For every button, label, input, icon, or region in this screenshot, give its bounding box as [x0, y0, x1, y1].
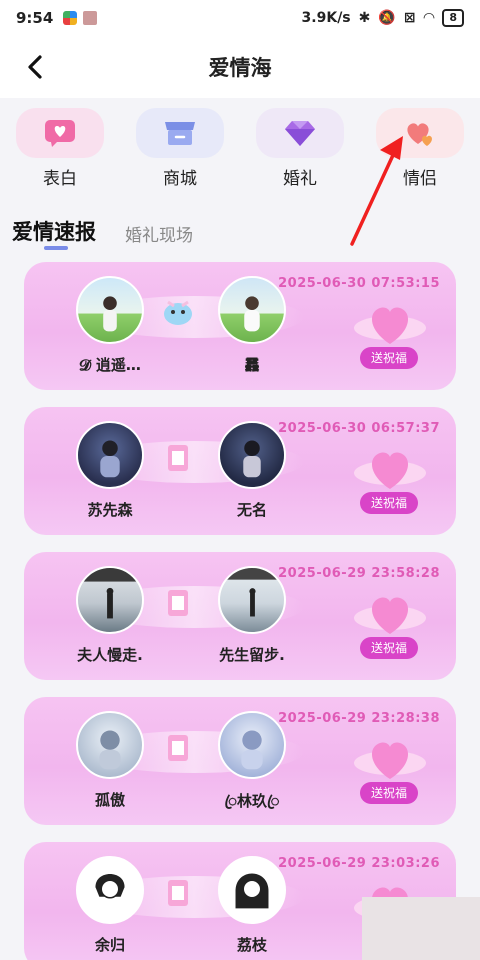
category-wedding[interactable]: 婚礼: [256, 108, 344, 189]
wedding-sticker-icon: [156, 437, 200, 477]
right-user-name: 荔枝: [236, 936, 267, 954]
avatar-photo: [244, 296, 260, 332]
blessing-heart-icon: [354, 307, 426, 344]
category-confess[interactable]: 表白: [16, 108, 104, 189]
card-date: 2025-06-30 06:57:37: [278, 421, 440, 436]
network-speed: 3.9K/s: [301, 10, 351, 26]
send-blessing-button[interactable]: 送祝福: [360, 782, 418, 804]
card-date: 2025-06-29 23:28:38: [278, 711, 440, 726]
couple-sticker-icon: [156, 292, 200, 332]
send-blessing-button[interactable]: 送祝福: [360, 347, 418, 369]
avatar-photo: [103, 296, 117, 332]
diamond-icon: [285, 121, 315, 146]
back-button[interactable]: [20, 50, 50, 84]
avatar-photo: [78, 568, 142, 619]
category-label: 表白: [43, 169, 77, 189]
love-news-card[interactable]: 苏先森 无名 2025-06-30 06:57:37 送祝福: [24, 407, 456, 535]
blessing-heart-icon: [354, 742, 426, 779]
tab-active-indicator: [44, 246, 68, 250]
left-user-name: 孤傲: [94, 791, 125, 809]
tab-love-news[interactable]: 爱情速报: [12, 216, 96, 246]
avatar-left[interactable]: [76, 566, 144, 634]
avatar-left[interactable]: [76, 711, 144, 779]
card-date: 2025-06-29 23:58:28: [278, 566, 440, 581]
blessing-heart-icon: [354, 452, 426, 489]
right-user-name: 无名: [236, 501, 267, 519]
avatar-right[interactable]: [218, 856, 286, 924]
app-avatar-icon: [83, 11, 98, 25]
couple-icon-box: [376, 108, 464, 158]
avatar-right[interactable]: [218, 276, 286, 344]
card-date: 2025-06-30 07:53:15: [278, 276, 440, 291]
blessing-heart-icon: [354, 597, 426, 634]
wifi-icon: ◠: [423, 10, 435, 26]
sim-icon: ⊠: [403, 10, 416, 26]
corner-overlay: [362, 897, 480, 960]
bluetooth-icon: ✱: [358, 10, 371, 26]
right-user-name: 先生留步.: [219, 646, 285, 664]
right-user-name: ꦿ林玖ꦿ: [224, 792, 280, 810]
love-news-card[interactable]: 孤傲 ꦿ林玖ꦿ 2025-06-29 23:28:38 送祝福: [24, 697, 456, 825]
category-shop[interactable]: 商城: [136, 108, 224, 189]
status-bar: 9:54 3.9K/s ✱ 🔕 ⊠ ◠ 8: [0, 0, 480, 36]
send-blessing-button[interactable]: 送祝福: [360, 637, 418, 659]
love-news-card[interactable]: 𝓓 逍遥… 䨺 2025-06-30 07:53:15 送祝福: [24, 262, 456, 390]
avatar-left[interactable]: [76, 856, 144, 924]
avatar-photo: [220, 568, 284, 617]
category-row: 表白 商城 婚礼 情侣: [0, 100, 480, 192]
shop-icon: [165, 122, 195, 145]
category-label: 商城: [163, 169, 197, 189]
shop-icon-box: [136, 108, 224, 158]
status-time: 9:54: [16, 9, 54, 27]
card-date: 2025-06-29 23:03:26: [278, 856, 440, 871]
avatar-photo: [95, 874, 125, 899]
heart-message-icon: [45, 120, 75, 147]
tab-bar: 爱情速报 婚礼现场: [0, 212, 480, 254]
avatar-right[interactable]: [218, 421, 286, 489]
category-couple[interactable]: 情侣: [376, 108, 464, 189]
left-user-name: 夫人慢走.: [77, 646, 143, 664]
avatar-photo: [100, 440, 120, 478]
wedding-sticker-icon: [156, 727, 200, 767]
category-label: 情侣: [403, 169, 437, 189]
avatar-right[interactable]: [218, 566, 286, 634]
avatar-left[interactable]: [76, 276, 144, 344]
avatar-photo: [243, 440, 261, 478]
love-news-card[interactable]: 夫人慢走. 先生留步. 2025-06-29 23:58:28 送祝福: [24, 552, 456, 680]
avatar-left[interactable]: [76, 421, 144, 489]
wedding-sticker-icon: [156, 582, 200, 622]
mute-icon: 🔕: [378, 10, 396, 26]
battery-icon: 8: [442, 9, 464, 27]
right-user-name: 䨺: [244, 356, 260, 374]
left-user-name: 𝓓 逍遥…: [79, 356, 141, 374]
avatar-photo: [235, 873, 269, 909]
send-blessing-button[interactable]: 送祝福: [360, 492, 418, 514]
wedding-icon-box: [256, 108, 344, 158]
category-label: 婚礼: [283, 169, 317, 189]
wedding-sticker-icon: [156, 872, 200, 912]
confess-icon-box: [16, 108, 104, 158]
page-title: 爱情海: [208, 56, 272, 80]
app-notification-icon: [63, 11, 78, 25]
avatar-photo: [99, 730, 121, 770]
avatar-photo: [241, 730, 263, 770]
couple-heart-icon: [407, 123, 432, 146]
header: 爱情海: [0, 36, 480, 98]
left-user-name: 余归: [94, 936, 125, 954]
avatar-right[interactable]: [218, 711, 286, 779]
chevron-left-icon: [28, 55, 42, 79]
left-user-name: 苏先森: [87, 501, 133, 519]
tab-wedding-scene[interactable]: 婚礼现场: [125, 221, 193, 246]
